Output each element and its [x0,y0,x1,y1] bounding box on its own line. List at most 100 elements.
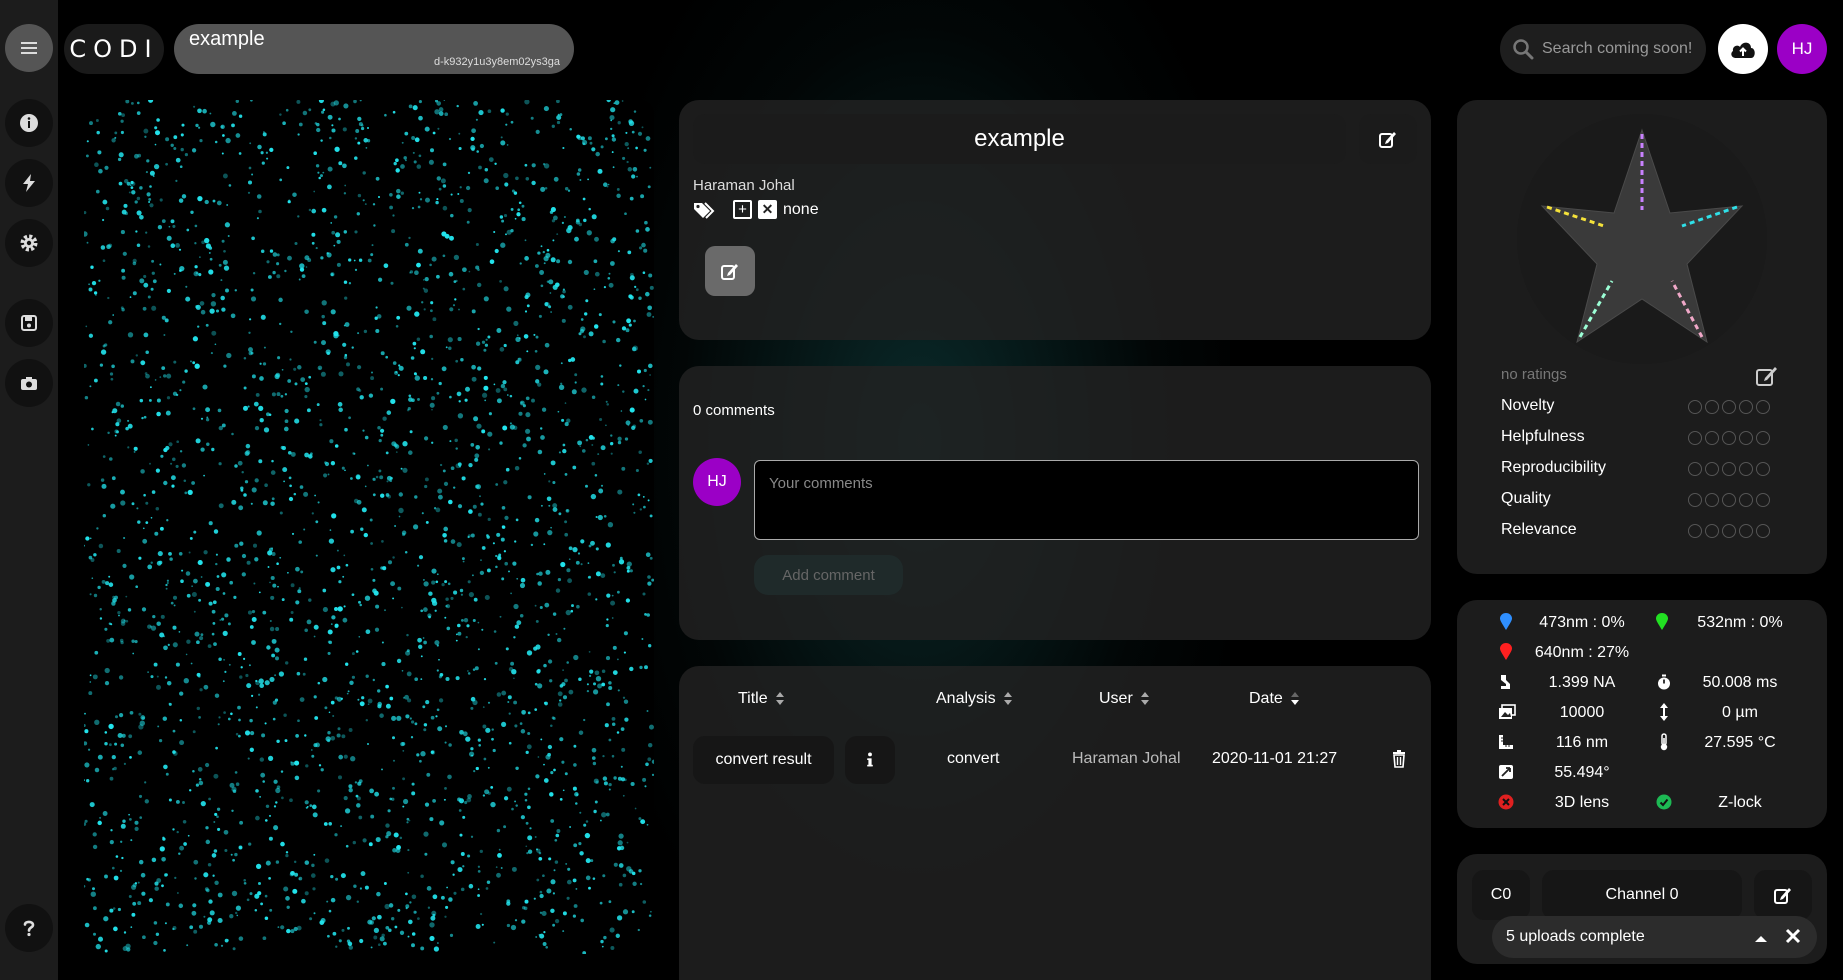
channel-name[interactable]: Channel 0 [1542,870,1742,920]
rating-dot[interactable] [1705,493,1719,507]
edit-channel-button[interactable] [1754,870,1812,920]
tags-value: none [783,200,819,218]
edit-description-button[interactable] [705,246,755,296]
rating-dot[interactable] [1722,462,1736,476]
delete-result-button[interactable] [1391,750,1407,773]
result-title-button[interactable]: convert result [693,736,834,784]
rating-dot[interactable] [1705,524,1719,538]
rating-dot[interactable] [1688,493,1702,507]
header-title-label: Title [738,690,768,707]
dataset-title: example [189,28,265,50]
z-step-icon [1659,703,1669,726]
author-name: Haraman Johal [693,177,795,194]
sort-icon [775,692,785,706]
header-user[interactable]: User [1099,690,1150,708]
rating-dot[interactable] [1739,431,1753,445]
info-button[interactable] [5,99,53,147]
rating-dot[interactable] [1705,462,1719,476]
rating-dot[interactable] [1756,400,1770,414]
angle-icon [1498,764,1514,785]
help-button[interactable] [5,904,53,952]
sort-icon [1140,692,1150,706]
rating-dot[interactable] [1739,400,1753,414]
na-value: 1.399 NA [1548,674,1616,691]
rating-dot[interactable] [1688,524,1702,538]
settings-button[interactable] [5,219,53,267]
rating-dot[interactable] [1722,431,1736,445]
ruler-icon [1498,734,1514,755]
sort-icon [1003,692,1013,706]
no-ratings-label: no ratings [1501,366,1567,383]
thermometer-icon [1659,733,1669,756]
sort-desc-icon [1290,692,1300,706]
menu-button[interactable] [5,24,53,72]
rating-dot[interactable] [1688,431,1702,445]
search-input[interactable] [1542,40,1702,58]
rating-dot[interactable] [1739,524,1753,538]
rating-dot[interactable] [1705,400,1719,414]
chevron-up-icon [1755,936,1767,942]
image-canvas [84,100,654,954]
rating-dot[interactable] [1756,431,1770,445]
frames-icon [1498,704,1516,725]
upload-button[interactable] [1718,24,1768,74]
close-toast-button[interactable] [1785,928,1801,949]
rating-dot[interactable] [1739,462,1753,476]
ratings-panel: no ratings Novelty Helpfulness Reproducibi… [1457,100,1827,574]
dataset-id: d-k932y1u3y8em02ys3ga [434,56,560,68]
z-step-value: 0 µm [1722,704,1758,721]
user-avatar[interactable]: HJ [1777,24,1827,74]
comment-input[interactable] [754,460,1419,540]
rating-dot[interactable] [1722,524,1736,538]
rating-dot[interactable] [1756,493,1770,507]
details-panel: example Haraman Johal + ✕ none [679,100,1431,340]
header-analysis[interactable]: Analysis [936,690,1013,708]
codi-logo[interactable]: CODI [64,24,164,74]
add-comment-button[interactable]: Add comment [754,555,903,595]
localization-image[interactable] [84,100,654,954]
laser-640-value: 640nm : 27% [1534,644,1630,661]
rating-dot[interactable] [1739,493,1753,507]
camera-icon [21,377,37,390]
save-button[interactable] [5,299,53,347]
rating-dot[interactable] [1722,400,1736,414]
details-title: example [693,114,1346,164]
expand-toast-button[interactable] [1754,931,1768,949]
objective-icon [1498,674,1514,695]
temperature-value: 27.595 °C [1704,734,1776,751]
zlock-value: Z-lock [1718,794,1762,811]
exposure-value: 50.008 ms [1702,674,1778,691]
laser-473-value: 473nm : 0% [1539,614,1625,631]
result-analysis: convert [947,750,1000,767]
rating-dot[interactable] [1688,400,1702,414]
laser-473-icon [1499,613,1513,636]
rating-dot[interactable] [1722,493,1736,507]
rating-dots-quality[interactable] [1688,493,1770,507]
search-box [1500,24,1706,74]
rating-label-relevance: Relevance [1501,521,1577,538]
analysis-button[interactable] [5,159,53,207]
result-info-button[interactable] [845,736,895,784]
close-icon [1785,928,1801,944]
rating-dot[interactable] [1756,462,1770,476]
channel-code[interactable]: C0 [1472,870,1530,920]
rating-dot[interactable] [1756,524,1770,538]
tags-icon [694,201,715,219]
rating-dot[interactable] [1688,462,1702,476]
header-title[interactable]: Title [738,690,785,708]
rating-dots-helpfulness[interactable] [1688,431,1770,445]
header-date[interactable]: Date [1249,690,1300,708]
rating-dot[interactable] [1705,431,1719,445]
tags-row: + ✕ none [693,200,819,219]
edit-title-button[interactable] [1359,114,1417,164]
remove-tag-icon[interactable]: ✕ [758,200,777,219]
header-date-label: Date [1249,690,1283,707]
edit-icon [1756,367,1777,386]
result-user: Haraman Johal [1072,750,1181,767]
rating-dots-novelty[interactable] [1688,400,1770,414]
rating-dots-relevance[interactable] [1688,524,1770,538]
snapshot-button[interactable] [5,359,53,407]
edit-rating-button[interactable] [1755,364,1779,393]
rating-dots-reproducibility[interactable] [1688,462,1770,476]
add-tag-icon[interactable]: + [733,200,752,219]
